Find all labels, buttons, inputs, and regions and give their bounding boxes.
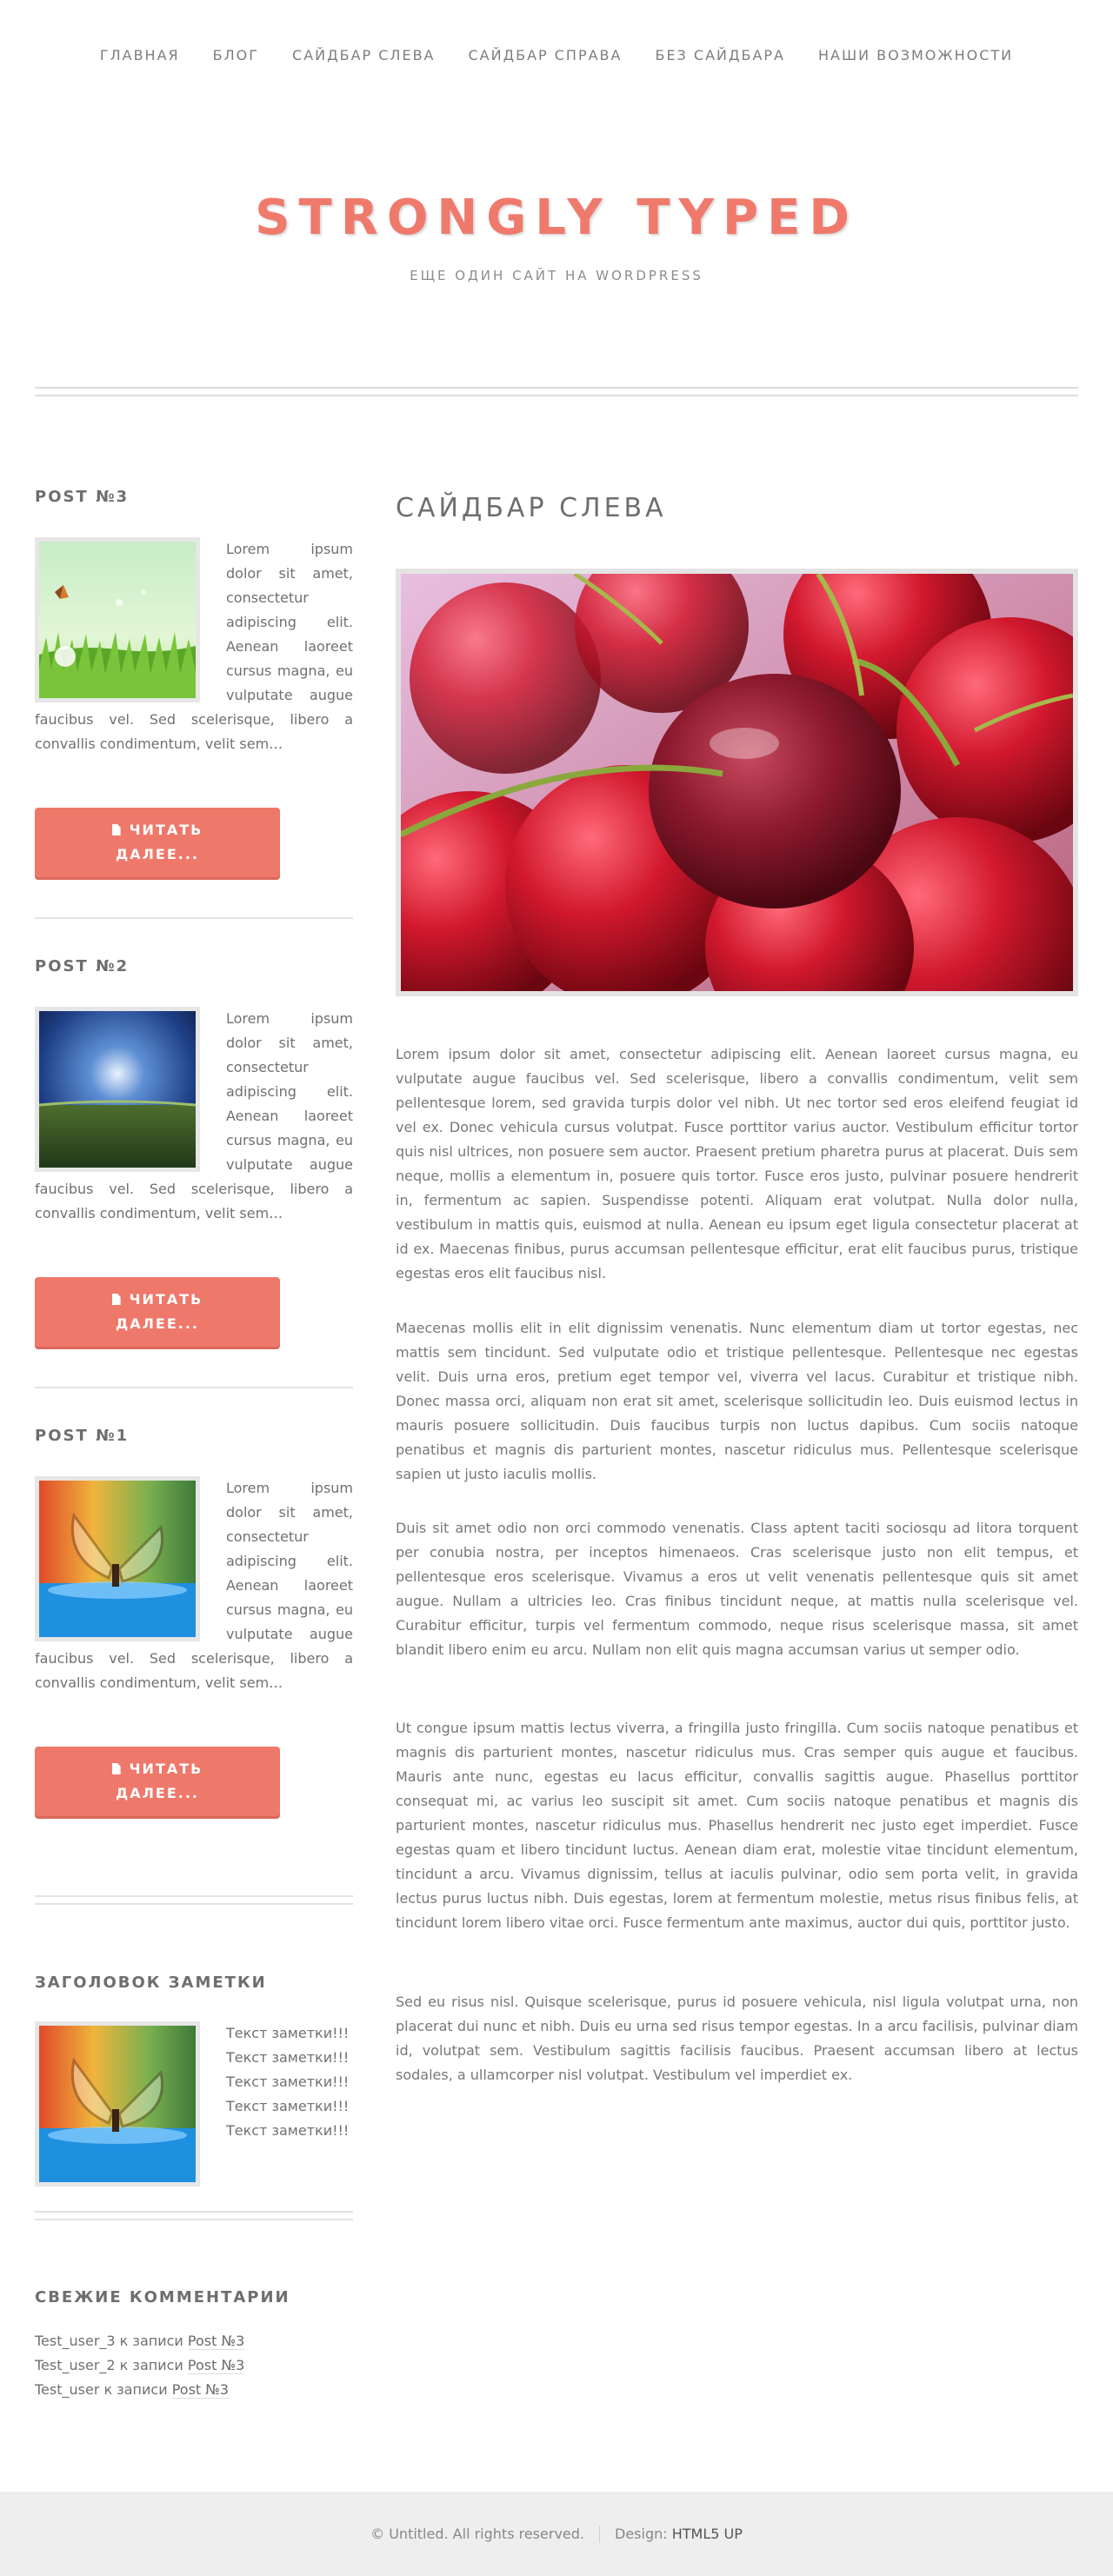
nav-item-no-sidebar[interactable]: Без сайдбара <box>638 43 802 67</box>
header-divider <box>35 395 1078 396</box>
sidebar-divider <box>35 917 353 919</box>
post-title[interactable]: POST №1 <box>35 1427 353 1445</box>
glasswing-butterfly-image <box>39 2026 196 2182</box>
site-logo[interactable]: STRONGLY TYPED <box>0 190 1113 246</box>
nav-item-left-sidebar[interactable]: Сайдбар слева <box>276 43 451 67</box>
site-tagline: Еще один сайт на WordPress <box>410 268 703 283</box>
sidebar-divider <box>35 1387 353 1388</box>
header-divider <box>35 387 1078 389</box>
sidebar-divider <box>35 2219 353 2220</box>
post-title[interactable]: POST №2 <box>35 957 353 975</box>
document-icon <box>111 1763 121 1774</box>
article-paragraph: Ut congue ipsum mattis lectus viverra, a… <box>396 1720 1078 1931</box>
read-more-label: Читать далее... <box>115 1761 203 1801</box>
note-thumbnail <box>35 2021 200 2187</box>
comment-connector: к записи <box>99 2381 172 2398</box>
sidebar-divider <box>35 1903 353 1905</box>
main-nav: Главная Блог Сайдбар слева Сайдбар справ… <box>0 43 1113 67</box>
sidebar-divider <box>35 1895 353 1897</box>
comment-author: Test_user <box>35 2381 100 2398</box>
post-thumbnail[interactable] <box>35 1476 200 1641</box>
article-paragraph: Sed eu risus nisl. Quisque scelerisque, … <box>396 1994 1078 2083</box>
post-thumbnail[interactable] <box>35 537 200 702</box>
nav-item-blog[interactable]: Блог <box>197 43 276 67</box>
read-more-button[interactable]: Читать далее... <box>35 1277 280 1347</box>
comment-item: Test_user_3 к записи Post №3 <box>35 2329 353 2353</box>
note-widget: ЗАГОЛОВОК ЗАМЕТКИ Текст заметки!!! Текст… <box>35 1974 353 2190</box>
comment-post-link[interactable]: Post №3 <box>171 2381 230 2399</box>
glasswing-butterfly-image <box>39 1481 196 1637</box>
comment-author: Test_user_2 <box>35 2357 116 2373</box>
comment-author: Test_user_3 <box>35 2333 116 2349</box>
sidebar-divider <box>35 2211 353 2213</box>
design-link[interactable]: HTML5 UP <box>672 2526 743 2542</box>
comment-post-link[interactable]: Post №3 <box>187 2333 245 2350</box>
sidebar-post: POST №3 Lorem ipsum dolor sit amet, cons… <box>35 488 353 877</box>
site-footer: © Untitled. All rights reserved. Design:… <box>0 2492 1113 2576</box>
document-icon <box>111 1294 121 1305</box>
comment-item: Test_user к записи Post №3 <box>35 2378 353 2402</box>
recent-comments-title: СВЕЖИЕ КОММЕНТАРИИ <box>35 2288 290 2306</box>
comment-connector: к записи <box>115 2357 188 2373</box>
page-title: Сайдбар слева <box>396 493 667 523</box>
design-credit: Design: HTML5 UP <box>615 2526 743 2542</box>
sidebar-post: POST №2 Lorem ipsum dolor sit amet, cons… <box>35 957 353 1347</box>
grass-butterfly-image <box>39 542 196 698</box>
comment-post-link[interactable]: Post №3 <box>187 2357 245 2374</box>
post-title[interactable]: POST №3 <box>35 488 353 506</box>
read-more-button[interactable]: Читать далее... <box>35 808 280 877</box>
article-paragraph: Lorem ipsum dolor sit amet, consectetur … <box>396 1046 1078 1281</box>
nav-item-right-sidebar[interactable]: Сайдбар справа <box>452 43 639 67</box>
copyright-text: © Untitled. All rights reserved. <box>370 2526 584 2542</box>
comment-connector: к записи <box>115 2333 188 2349</box>
nav-item-home[interactable]: Главная <box>83 43 197 67</box>
read-more-label: Читать далее... <box>115 822 203 862</box>
article-paragraph: Maecenas mollis elit in elit dignissim v… <box>396 1320 1078 1482</box>
document-icon <box>111 824 121 835</box>
read-more-label: Читать далее... <box>115 1291 203 1332</box>
design-label: Design: <box>615 2526 672 2542</box>
article-paragraph: Duis sit amet odio non orci commodo vene… <box>396 1520 1078 1658</box>
footer-separator <box>599 2525 600 2543</box>
comment-item: Test_user_2 к записи Post №3 <box>35 2353 353 2378</box>
storm-field-image <box>39 1011 196 1168</box>
cherries-image <box>401 574 1073 991</box>
read-more-button[interactable]: Читать далее... <box>35 1747 280 1816</box>
recent-comments-widget: СВЕЖИЕ КОММЕНТАРИИ Test_user_3 к записи … <box>35 2288 353 2402</box>
post-thumbnail[interactable] <box>35 1007 200 1172</box>
note-title: ЗАГОЛОВОК ЗАМЕТКИ <box>35 1974 267 1992</box>
nav-item-features[interactable]: Наши возможности <box>802 43 1030 67</box>
hero-image <box>396 569 1078 996</box>
sidebar-post: POST №1 Lorem ipsum dolor sit amet, cons… <box>35 1427 353 1816</box>
